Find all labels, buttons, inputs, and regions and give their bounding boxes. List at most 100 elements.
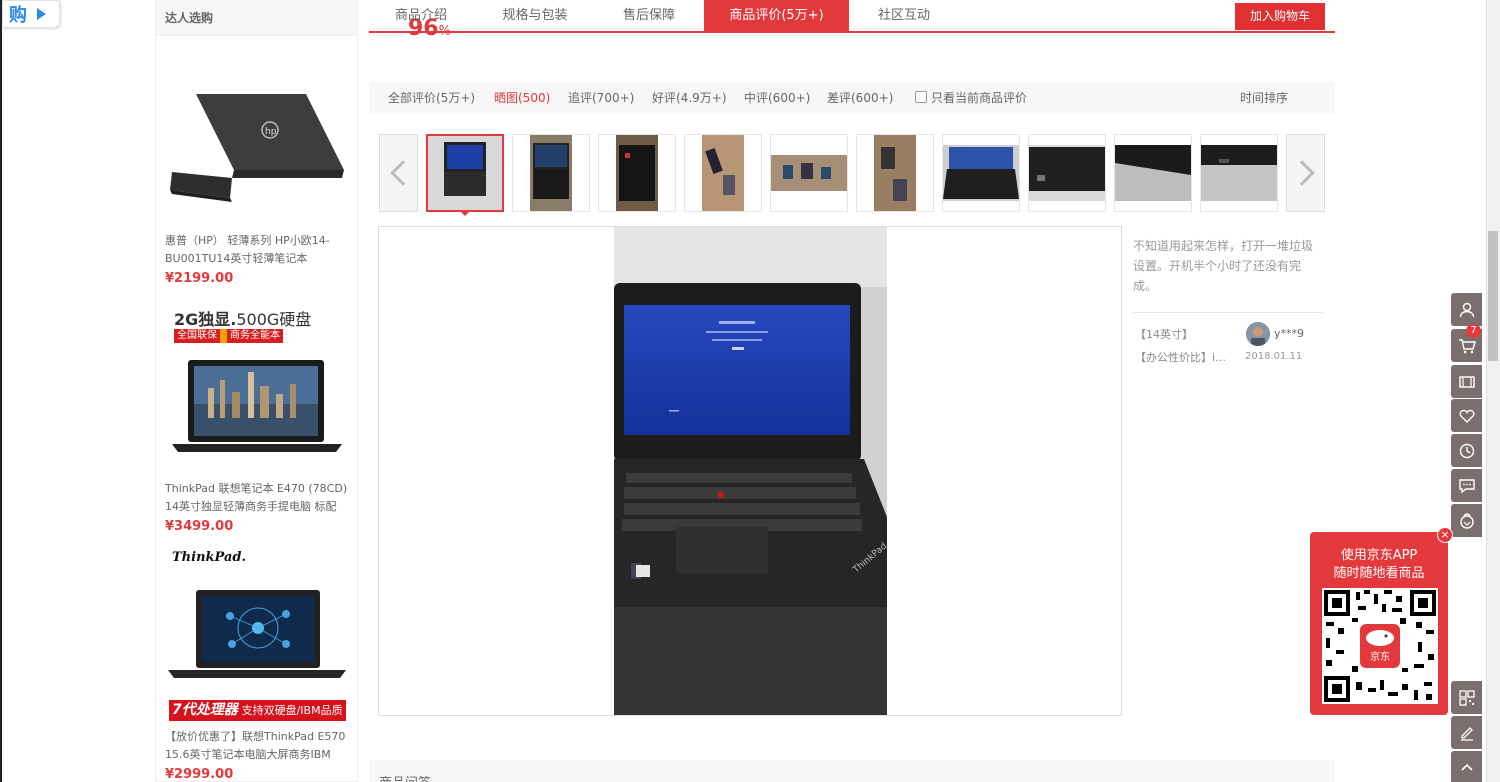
review-photo-thumbnail[interactable]	[598, 134, 676, 212]
review-photo-thumbnail[interactable]	[1028, 134, 1106, 212]
sort-by-time[interactable]: 时间排序	[1240, 82, 1288, 114]
review-photo-thumbnail[interactable]	[512, 134, 590, 212]
review-spec-size: 【14英寸】	[1135, 328, 1193, 341]
add-to-cart-button[interactable]: 加入购物车	[1235, 3, 1325, 30]
toolbar-back-to-top-button[interactable]	[1451, 751, 1482, 782]
edit-pen-icon	[1460, 726, 1473, 741]
product-name[interactable]: 惠普（HP） 轻薄系列 HP小欧14-BU001TU14英寸轻薄笔记本	[165, 232, 350, 268]
review-photo-thumbnail[interactable]	[426, 134, 504, 212]
filter-positive-reviews[interactable]: 好评(4.9万+)	[652, 82, 727, 114]
product-price: ¥2199.00	[165, 271, 234, 286]
toolbar-qrcode-button[interactable]	[1451, 681, 1482, 714]
toolbar-favorites-button[interactable]	[1451, 399, 1482, 432]
product-qa-section: 商品问答	[369, 760, 1335, 782]
review-photo-large[interactable]: ThinkPad	[614, 227, 887, 715]
chat-bubble-icon	[1458, 478, 1475, 493]
filter-follow-up-reviews[interactable]: 追评(700+)	[568, 82, 634, 114]
app-promo-line2: 随时随地看商品	[1333, 566, 1425, 581]
promo-tag: 全国联保	[174, 329, 220, 343]
only-current-product-label[interactable]: 只看当前商品评价	[931, 82, 1027, 114]
chevron-left-icon	[389, 160, 416, 186]
history-clock-icon	[1459, 443, 1474, 458]
review-photo-thumbnail[interactable]	[1114, 134, 1192, 212]
thinkpad-e570-image[interactable]	[168, 588, 346, 684]
product-promo-banner: 7代处理器 支持双硬盘/IBM品质	[169, 700, 346, 721]
shop-badge-label: 购	[9, 5, 27, 26]
product-detail-tabs: 商品介绍 规格与包装 售后保障 商品评价(5万+) 社区互动 加入购物车	[369, 0, 1335, 33]
review-filter-bar: 全部评价(5万+) 晒图(500) 追评(700+) 好评(4.9万+) 中评(…	[369, 82, 1335, 114]
product-promo-headline: 2G独显.500G硬盘	[174, 306, 311, 330]
recommended-product[interactable]: ThinkPad. 7代处理器 支持双硬盘/IBM品质 【放价优惠了】联想Thi…	[156, 548, 357, 782]
product-name[interactable]: 【放价优惠了】联想ThinkPad E570 15.6英寸笔记本电脑大屏商务IB…	[165, 728, 350, 764]
review-comment-text: 不知道用起来怎样，打开一堆垃圾设置。开机半个小时了还没有完成。	[1133, 239, 1314, 293]
only-current-product-checkbox[interactable]	[915, 91, 927, 103]
filter-all-reviews[interactable]: 全部评价(5万+)	[388, 82, 475, 114]
thumbs-next-button[interactable]	[1286, 134, 1325, 212]
review-date: 2018.01.11	[1245, 351, 1303, 362]
app-promo-line1: 使用京东APP	[1340, 548, 1418, 563]
app-qrcode: 京东	[1322, 588, 1438, 704]
svg-text:hp: hp	[265, 127, 277, 137]
toolbar-service-button[interactable]	[1451, 504, 1482, 537]
shopping-assistant-badge[interactable]: 购	[2, 0, 60, 28]
tab-specs-packaging[interactable]: 规格与包装	[473, 0, 597, 31]
promo-headline-bold: 2G独显.	[174, 310, 237, 329]
tab-reviews[interactable]: 商品评价(5万+)	[704, 0, 849, 31]
cart-icon	[1458, 338, 1476, 353]
review-photo-thumbnail[interactable]	[942, 134, 1020, 212]
recommended-picks-panel: 达人选购 hp 惠普（HP） 轻薄系列 HP小欧14-BU001TU14英寸轻薄…	[155, 0, 358, 782]
filter-negative-reviews[interactable]: 差评(600+)	[827, 82, 893, 114]
chevron-right-icon	[1288, 160, 1315, 186]
chevron-up-icon	[1460, 763, 1473, 771]
review-spec-config: 【办公性价比】i…	[1135, 351, 1227, 364]
tab-introduction[interactable]: 商品介绍	[369, 0, 473, 31]
comment-divider	[1133, 312, 1323, 313]
qrcode-icon	[1458, 689, 1475, 706]
cart-count-badge: 7	[1466, 324, 1481, 338]
toolbar-history-button[interactable]	[1451, 434, 1482, 467]
toolbar-coupon-button[interactable]	[1451, 365, 1482, 398]
product-promo-tags: 全国联保 商务全能本	[174, 329, 283, 343]
promo-banner-bold: 7代处理器	[172, 702, 238, 718]
play-arrow-icon[interactable]	[37, 8, 46, 20]
review-photo-thumbnail[interactable]	[1200, 134, 1278, 212]
thumbs-prev-button[interactable]	[379, 134, 418, 212]
product-name[interactable]: ThinkPad 联想笔记本 E470 (78CD) 14英寸独显轻薄商务手提电…	[165, 480, 350, 516]
page-scrollbar[interactable]	[1486, 0, 1500, 782]
review-photo-thumbnail[interactable]	[770, 134, 848, 212]
tab-after-sales[interactable]: 售后保障	[597, 0, 701, 31]
recommended-picks-title: 达人选购	[156, 0, 357, 36]
toolbar-feedback-button[interactable]	[1451, 716, 1482, 749]
hp-laptop-image[interactable]: hp	[166, 86, 346, 206]
window-edge	[0, 0, 2, 782]
thinkpad-e470-image[interactable]	[168, 358, 346, 458]
recommended-product[interactable]: 2G独显.500G硬盘 全国联保 商务全能本 ThinkPad 联想笔记本 E4…	[156, 300, 357, 540]
reviewer-name[interactable]: y***9	[1274, 327, 1304, 340]
promo-headline-rest: 500G硬盘	[236, 310, 312, 329]
ticket-icon	[1458, 375, 1475, 388]
recommended-product[interactable]: hp 惠普（HP） 轻薄系列 HP小欧14-BU001TU14英寸轻薄笔记本 ¥…	[156, 80, 357, 290]
service-bag-icon	[1459, 512, 1474, 529]
reviewer-avatar[interactable]	[1246, 322, 1270, 346]
toolbar-account-button[interactable]	[1451, 293, 1482, 326]
toolbar-message-button[interactable]	[1451, 469, 1482, 502]
heart-icon	[1458, 409, 1475, 423]
jd-logo-text: 京东	[1370, 650, 1390, 663]
product-price: ¥3499.00	[165, 519, 234, 534]
app-download-promo[interactable]: 使用京东APP 随时随地看商品 京东	[1310, 532, 1448, 715]
promo-banner-rest: 支持双硬盘/IBM品质	[241, 704, 343, 717]
promo-tag-divider	[220, 329, 227, 343]
selected-thumb-indicator	[460, 211, 470, 216]
filter-neutral-reviews[interactable]: 中评(600+)	[744, 82, 810, 114]
filter-photo-reviews[interactable]: 晒图(500)	[494, 82, 550, 114]
user-icon	[1459, 302, 1474, 317]
review-photo-thumbnail[interactable]	[684, 134, 762, 212]
product-price: ¥2999.00	[165, 767, 234, 782]
thinkpad-logo: ThinkPad.	[172, 550, 246, 565]
scrollbar-thumb[interactable]	[1488, 231, 1498, 361]
tab-community[interactable]: 社区互动	[849, 0, 959, 31]
review-photo-thumbnail[interactable]	[856, 134, 934, 212]
close-icon[interactable]: ×	[1437, 527, 1453, 543]
review-photo-viewer[interactable]: ThinkPad	[378, 226, 1122, 716]
promo-tag: 商务全能本	[227, 329, 283, 343]
